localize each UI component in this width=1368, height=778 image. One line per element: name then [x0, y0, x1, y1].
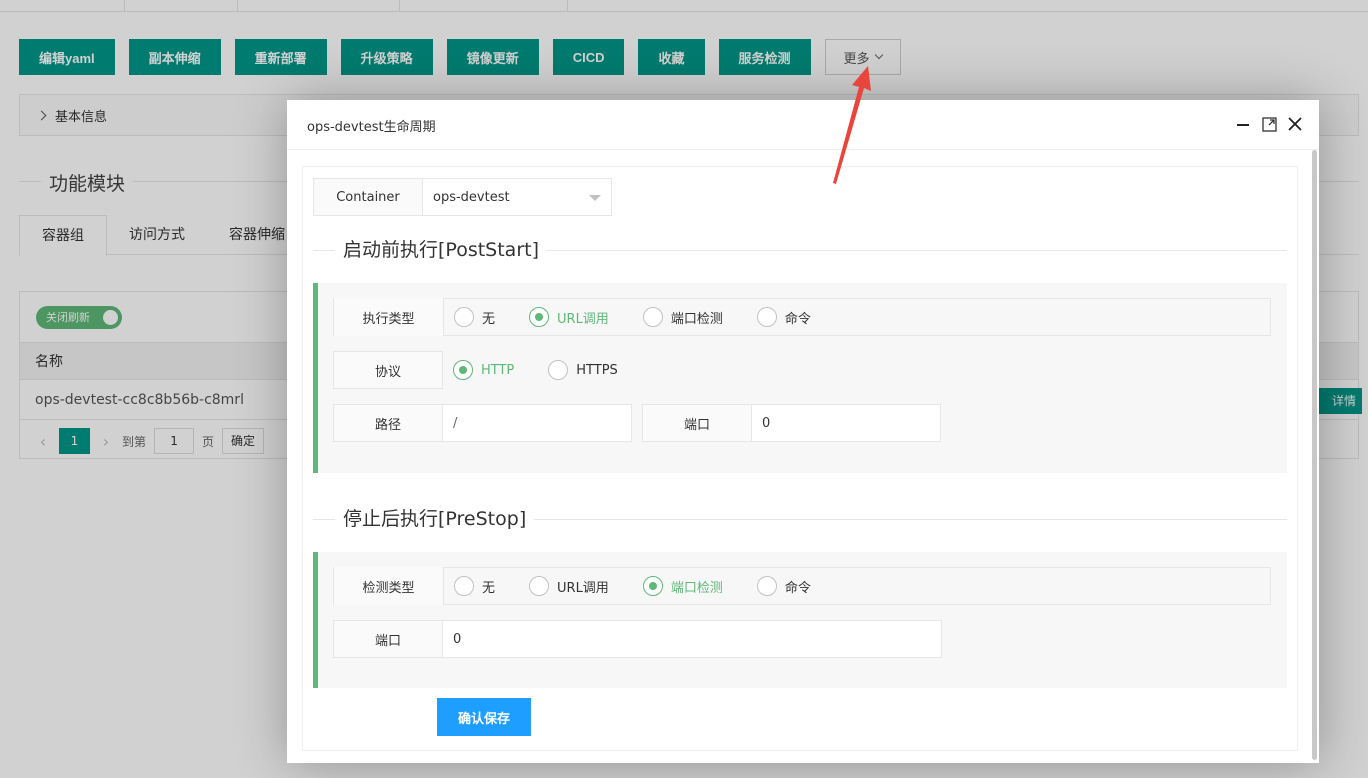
annotation-arrow-icon: [833, 66, 871, 184]
